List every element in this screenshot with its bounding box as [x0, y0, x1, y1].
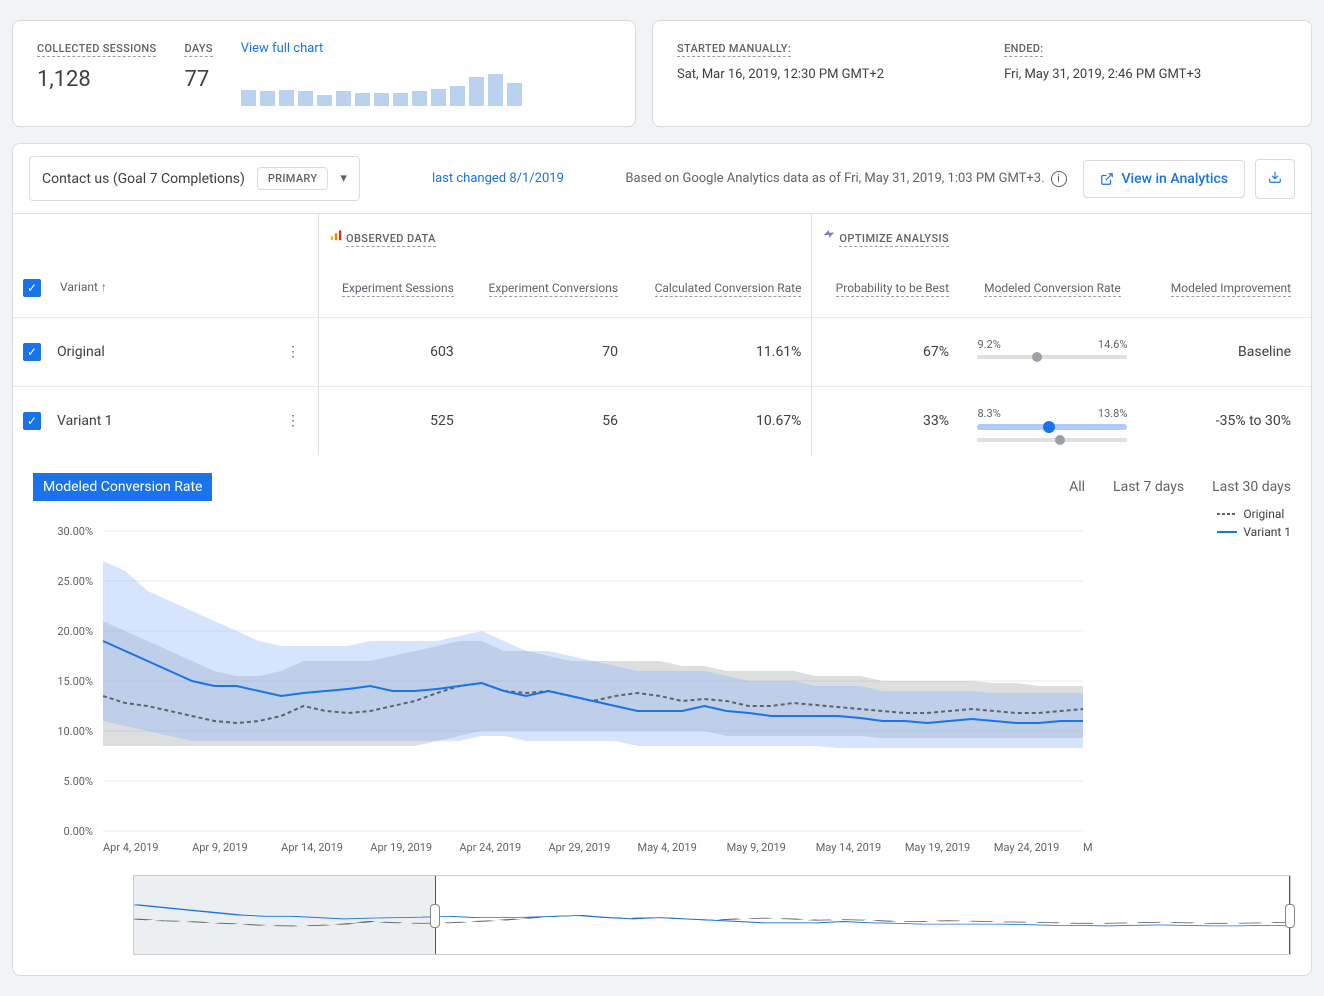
- calc-rate-cell: 10.67%: [628, 387, 812, 456]
- observed-data-header: OBSERVED DATA: [346, 232, 436, 247]
- days-label: DAYS: [184, 42, 212, 57]
- modeled-rate-cell: 8.3%13.8%: [959, 387, 1146, 456]
- svg-text:10.00%: 10.00%: [57, 725, 93, 738]
- svg-text:May 14, 2019: May 14, 2019: [816, 841, 881, 854]
- svg-text:May 29, 2019: May 29, 2019: [1083, 841, 1093, 854]
- conversions-header: Experiment Conversions: [489, 281, 619, 297]
- chevron-down-icon: ▾: [340, 171, 347, 186]
- calc-rate-cell: 11.61%: [628, 318, 812, 387]
- prob-best-header: Probability to be Best: [836, 281, 949, 297]
- primary-tag: PRIMARY: [257, 167, 329, 190]
- conversions-cell: 70: [464, 318, 628, 387]
- sparkline-chart: [241, 74, 611, 106]
- collected-sessions-value: 1,128: [37, 67, 156, 92]
- svg-text:May 9, 2019: May 9, 2019: [727, 841, 786, 854]
- time-scrubber[interactable]: [133, 875, 1291, 955]
- download-icon: [1268, 170, 1282, 184]
- data-note: Based on Google Analytics data as of Fri…: [625, 171, 1044, 186]
- improvement-cell: Baseline: [1146, 318, 1311, 387]
- info-icon[interactable]: i: [1051, 171, 1067, 187]
- prob-best-cell: 67%: [812, 318, 959, 387]
- table-row: ✓ Original ⋮ 603 70 11.61% 67% 9.2%14.6%…: [13, 318, 1311, 387]
- svg-text:Apr 19, 2019: Apr 19, 2019: [370, 841, 432, 854]
- controls-row: Contact us (Goal 7 Completions) PRIMARY …: [13, 144, 1311, 214]
- svg-text:Apr 14, 2019: Apr 14, 2019: [281, 841, 343, 854]
- row-menu-button[interactable]: ⋮: [278, 340, 308, 364]
- goal-label: Contact us (Goal 7 Completions): [42, 171, 245, 187]
- view-in-analytics-button[interactable]: View in Analytics: [1083, 160, 1246, 198]
- svg-text:May 24, 2019: May 24, 2019: [994, 841, 1059, 854]
- svg-text:25.00%: 25.00%: [57, 575, 93, 588]
- ended-value: Fri, May 31, 2019, 2:46 PM GMT+3: [1004, 67, 1201, 82]
- modeled-rate-header: Modeled Conversion Rate: [984, 281, 1121, 297]
- goal-dropdown[interactable]: Contact us (Goal 7 Completions) PRIMARY …: [29, 156, 360, 201]
- svg-text:5.00%: 5.00%: [63, 775, 93, 788]
- table-row: ✓ Variant 1 ⋮ 525 56 10.67% 33% 8.3%13.8…: [13, 387, 1311, 456]
- last-changed-link[interactable]: last changed 8/1/2019: [432, 171, 564, 186]
- sessions-cell: 603: [318, 318, 463, 387]
- range-last-7-days[interactable]: Last 7 days: [1113, 479, 1184, 495]
- calc-rate-header: Calculated Conversion Rate: [655, 281, 802, 297]
- svg-text:15.00%: 15.00%: [57, 675, 93, 688]
- sessions-header: Experiment Sessions: [342, 281, 454, 297]
- svg-text:Apr 4, 2019: Apr 4, 2019: [103, 841, 159, 854]
- svg-text:0.00%: 0.00%: [63, 825, 93, 838]
- prob-best-cell: 33%: [812, 387, 959, 456]
- sessions-cell: 525: [318, 387, 463, 456]
- range-last-30-days[interactable]: Last 30 days: [1212, 479, 1291, 495]
- row-checkbox[interactable]: ✓: [23, 412, 41, 430]
- scrub-handle-right[interactable]: [1285, 904, 1295, 928]
- started-value: Sat, Mar 16, 2019, 12:30 PM GMT+2: [677, 67, 884, 82]
- conversions-cell: 56: [464, 387, 628, 456]
- improvement-cell: -35% to 30%: [1146, 387, 1311, 456]
- svg-text:May 4, 2019: May 4, 2019: [638, 841, 697, 854]
- svg-text:Apr 9, 2019: Apr 9, 2019: [192, 841, 248, 854]
- row-checkbox[interactable]: ✓: [23, 343, 41, 361]
- ended-label: ENDED:: [1004, 42, 1043, 57]
- svg-text:Apr 24, 2019: Apr 24, 2019: [459, 841, 521, 854]
- bar-chart-icon: [329, 228, 343, 242]
- scrub-handle-left[interactable]: [430, 904, 440, 928]
- scrubber-chart: [134, 876, 1290, 954]
- optimize-icon: [822, 228, 836, 242]
- open-external-icon: [1100, 172, 1114, 186]
- variant-header[interactable]: Variant ↑: [60, 280, 107, 294]
- svg-text:Apr 29, 2019: Apr 29, 2019: [548, 841, 610, 854]
- svg-text:May 19, 2019: May 19, 2019: [905, 841, 970, 854]
- started-label: STARTED MANUALLY:: [677, 42, 791, 57]
- row-menu-button[interactable]: ⋮: [278, 409, 308, 433]
- optimize-analysis-header: OPTIMIZE ANALYSIS: [839, 232, 949, 247]
- variants-table: OBSERVED DATA OPTIMIZE ANALYSIS ✓ Varian…: [13, 214, 1311, 455]
- modeled-improvement-header: Modeled Improvement: [1171, 281, 1291, 297]
- days-value: 77: [184, 67, 212, 92]
- summary-card-dates: STARTED MANUALLY: Sat, Mar 16, 2019, 12:…: [652, 20, 1312, 127]
- chart-legend: Original Variant 1: [1217, 507, 1291, 543]
- summary-card-sessions: COLLECTED SESSIONS 1,128 DAYS 77 View fu…: [12, 20, 636, 127]
- conversion-rate-chart: 0.00% 5.00% 10.00% 15.00% 20.00% 25.00% 30.00%…: [33, 521, 1093, 861]
- svg-text:20.00%: 20.00%: [57, 625, 93, 638]
- download-button[interactable]: [1255, 159, 1295, 199]
- chart-metric-selector[interactable]: Modeled Conversion Rate: [33, 473, 212, 501]
- modeled-rate-cell: 9.2%14.6%: [959, 318, 1146, 387]
- variant-name: Variant 1: [57, 413, 113, 429]
- variant-name: Original: [57, 344, 105, 360]
- view-full-chart-link[interactable]: View full chart: [241, 41, 324, 56]
- main-card: Contact us (Goal 7 Completions) PRIMARY …: [12, 143, 1312, 976]
- svg-text:30.00%: 30.00%: [57, 525, 93, 538]
- collected-sessions-label: COLLECTED SESSIONS: [37, 42, 156, 57]
- select-all-checkbox[interactable]: ✓: [23, 279, 41, 297]
- range-all[interactable]: All: [1069, 479, 1085, 495]
